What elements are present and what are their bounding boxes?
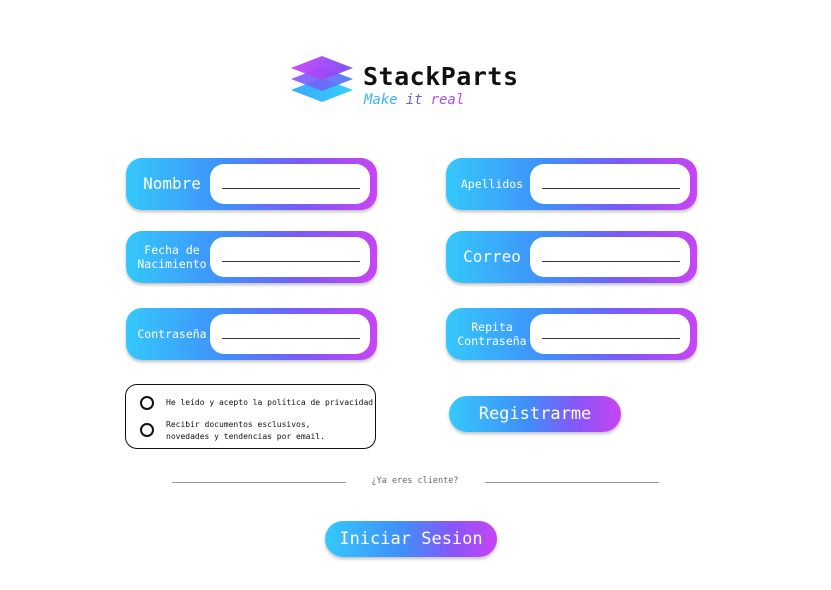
apellidos-field: Apellidos [446,158,697,210]
input-underline [542,338,680,339]
apellidos-input[interactable] [530,164,690,204]
newsletter-radio[interactable] [140,423,154,437]
input-underline [542,188,680,189]
fecha-nacimiento-label: Fecha de Nacimiento [137,242,207,271]
nombre-field: Nombre [126,158,377,210]
apellidos-label: Apellidos [460,176,524,191]
privacy-radio[interactable] [140,396,154,410]
repita-contrasena-label: Repita Contraseña [457,319,527,348]
brand-tagline: Make it real [364,92,465,108]
privacy-consent-text: He leído y acepto la política de privaci… [166,398,374,407]
contrasena-field: Contraseña [126,308,377,360]
fecha-nacimiento-field: Fecha de Nacimiento [126,231,377,283]
fecha-nacimiento-input[interactable] [210,237,370,277]
register-button[interactable]: Registrarme [449,396,621,432]
input-underline [222,338,360,339]
login-button[interactable]: Iniciar Sesion [325,521,497,557]
correo-field: Correo [446,231,697,283]
repita-contrasena-input[interactable] [530,314,690,354]
contrasena-label: Contraseña [137,326,207,341]
newsletter-consent-text: Recibir documentos esclusivos, novedades… [166,420,325,441]
repita-contrasena-field: Repita Contraseña [446,308,697,360]
consent-panel: He leído y acepto la política de privaci… [125,384,376,449]
stacked-layers-icon [291,56,353,102]
input-underline [542,261,680,262]
nombre-label: Nombre [143,174,201,193]
correo-input[interactable] [530,237,690,277]
brand-name: StackParts [363,62,519,91]
divider-text: ¿Ya eres cliente? [371,476,459,486]
privacy-consent-row[interactable]: He leído y acepto la política de privaci… [140,396,373,410]
contrasena-input[interactable] [210,314,370,354]
input-underline [222,188,360,189]
nombre-input[interactable] [210,164,370,204]
correo-label: Correo [463,247,521,266]
divider-left [172,482,346,483]
newsletter-consent-row[interactable]: Recibir documentos esclusivos, novedades… [140,419,325,442]
input-underline [222,261,360,262]
divider-right [485,482,659,483]
brand-logo: StackParts Make it real [289,52,539,114]
